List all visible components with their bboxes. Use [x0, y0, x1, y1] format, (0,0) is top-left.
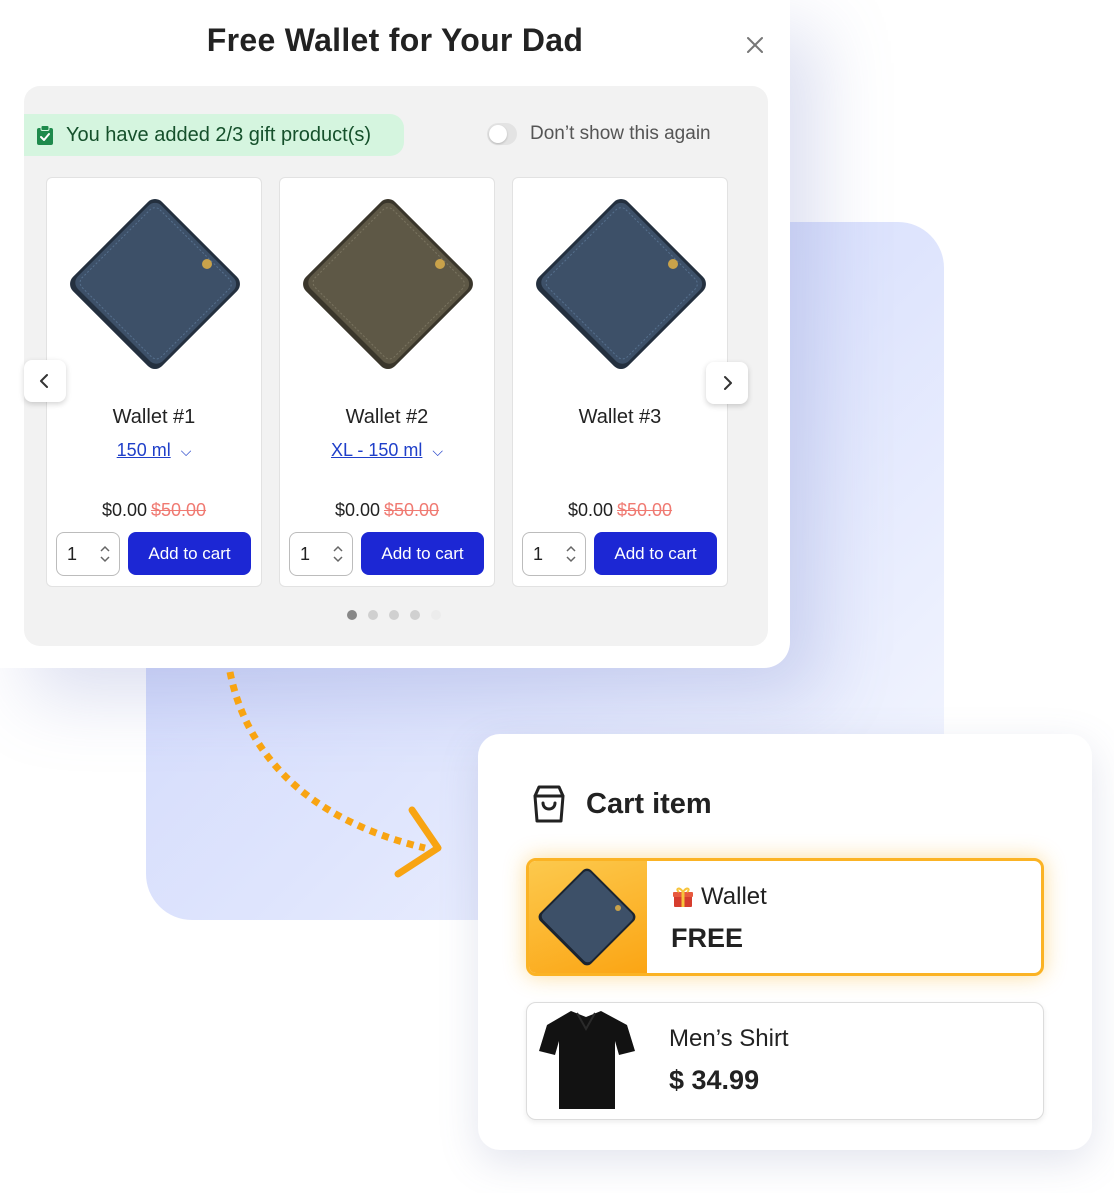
cart-item-thumbnail [527, 1003, 645, 1119]
product-name: Wallet #3 [578, 406, 662, 428]
price: $0.00 $50.00 [280, 500, 494, 521]
dont-show-toggle[interactable] [487, 123, 517, 145]
cart-item-name: Wallet [671, 883, 767, 911]
wallet-image [536, 199, 706, 369]
gift-icon [673, 887, 693, 907]
wallet-image [538, 868, 636, 966]
stepper-arrows-icon[interactable] [565, 544, 577, 564]
quantity-value: 1 [300, 544, 311, 564]
cart-title: Cart item [586, 788, 712, 820]
product-name: Wallet #1 [112, 406, 196, 428]
quantity-stepper[interactable]: 1 [522, 532, 586, 576]
variant-value: 150 ml [116, 440, 171, 460]
pagination-dot[interactable] [368, 610, 378, 620]
add-to-cart-button[interactable]: Add to cart [594, 532, 717, 575]
add-to-cart-button[interactable]: Add to cart [361, 532, 484, 575]
chevron-down-icon: ⌵ [432, 443, 443, 459]
carousel-prev-button[interactable] [24, 360, 66, 402]
variant-value: XL - 150 ml [331, 440, 423, 460]
quantity-stepper[interactable]: 1 [56, 532, 120, 576]
cart-item-label: Wallet [701, 883, 767, 910]
product-card: Wallet #2 XL - 150 ml ⌵ $0.00 $50.00 1 Add… [279, 177, 495, 587]
product-name: Wallet #2 [345, 406, 429, 428]
original-price: $50.00 [150, 500, 207, 520]
current-price: $0.00 [101, 500, 147, 520]
cart-item-name: Men’s Shirt [669, 1025, 789, 1052]
flow-arrow-icon [226, 671, 442, 878]
variant-select[interactable]: 150 ml ⌵ [47, 440, 261, 461]
wallet-image [70, 199, 240, 369]
price: $0.00 $50.00 [513, 500, 727, 521]
stepper-arrows-icon[interactable] [99, 544, 111, 564]
stepper-arrows-icon[interactable] [332, 544, 344, 564]
quantity-value: 1 [67, 544, 78, 564]
quantity-stepper[interactable]: 1 [289, 532, 353, 576]
quantity-value: 1 [533, 544, 544, 564]
close-button[interactable] [742, 32, 768, 58]
cart-item[interactable]: Men’s Shirt $ 34.99 [526, 1002, 1044, 1120]
pagination-dot[interactable] [431, 610, 441, 620]
product-card: Wallet #1 150 ml ⌵ $0.00 $50.00 1 Add to c… [46, 177, 262, 587]
product-card: Wallet #3 $0.00 $50.00 1 Add to cart [512, 177, 728, 587]
gift-popup: Free Wallet for Your Dad You have added … [0, 0, 790, 668]
chevron-down-icon: ⌵ [180, 443, 192, 459]
cart-item-thumbnail [529, 861, 647, 973]
clipboard-check-icon [37, 125, 53, 145]
chevron-right-icon [724, 376, 732, 390]
price: $0.00 $50.00 [47, 500, 261, 521]
variant-select[interactable]: XL - 150 ml ⌵ [280, 440, 494, 461]
carousel-pagination [347, 610, 441, 620]
cart-panel: Cart item Wallet FREE Men’s Shirt $ 34.9… [478, 734, 1092, 1150]
popup-title: Free Wallet for Your Dad [206, 22, 584, 58]
current-price: $0.00 [334, 500, 380, 520]
cart-item-price: FREE [671, 923, 744, 953]
original-price: $50.00 [616, 500, 673, 520]
chevron-left-icon [40, 374, 48, 388]
dont-show-label: Don’t show this again [530, 123, 711, 144]
shopping-bag-icon [533, 785, 565, 823]
wallet-image [303, 199, 473, 369]
gift-progress-banner: You have added 2/3 gift product(s) [24, 114, 404, 156]
current-price: $0.00 [567, 500, 613, 520]
pagination-dot[interactable] [347, 610, 357, 620]
pagination-dot[interactable] [410, 610, 420, 620]
banner-text: You have added 2/3 gift product(s) [66, 123, 372, 146]
gift-content: You have added 2/3 gift product(s) Don’t… [24, 86, 768, 646]
carousel-next-button[interactable] [706, 362, 748, 404]
original-price: $50.00 [383, 500, 440, 520]
add-to-cart-button[interactable]: Add to cart [128, 532, 251, 575]
close-icon [747, 37, 763, 53]
cart-item-price: $ 34.99 [669, 1065, 760, 1095]
cart-item-gift[interactable]: Wallet FREE [526, 858, 1044, 976]
shirt-image [539, 1011, 635, 1109]
pagination-dot[interactable] [389, 610, 399, 620]
